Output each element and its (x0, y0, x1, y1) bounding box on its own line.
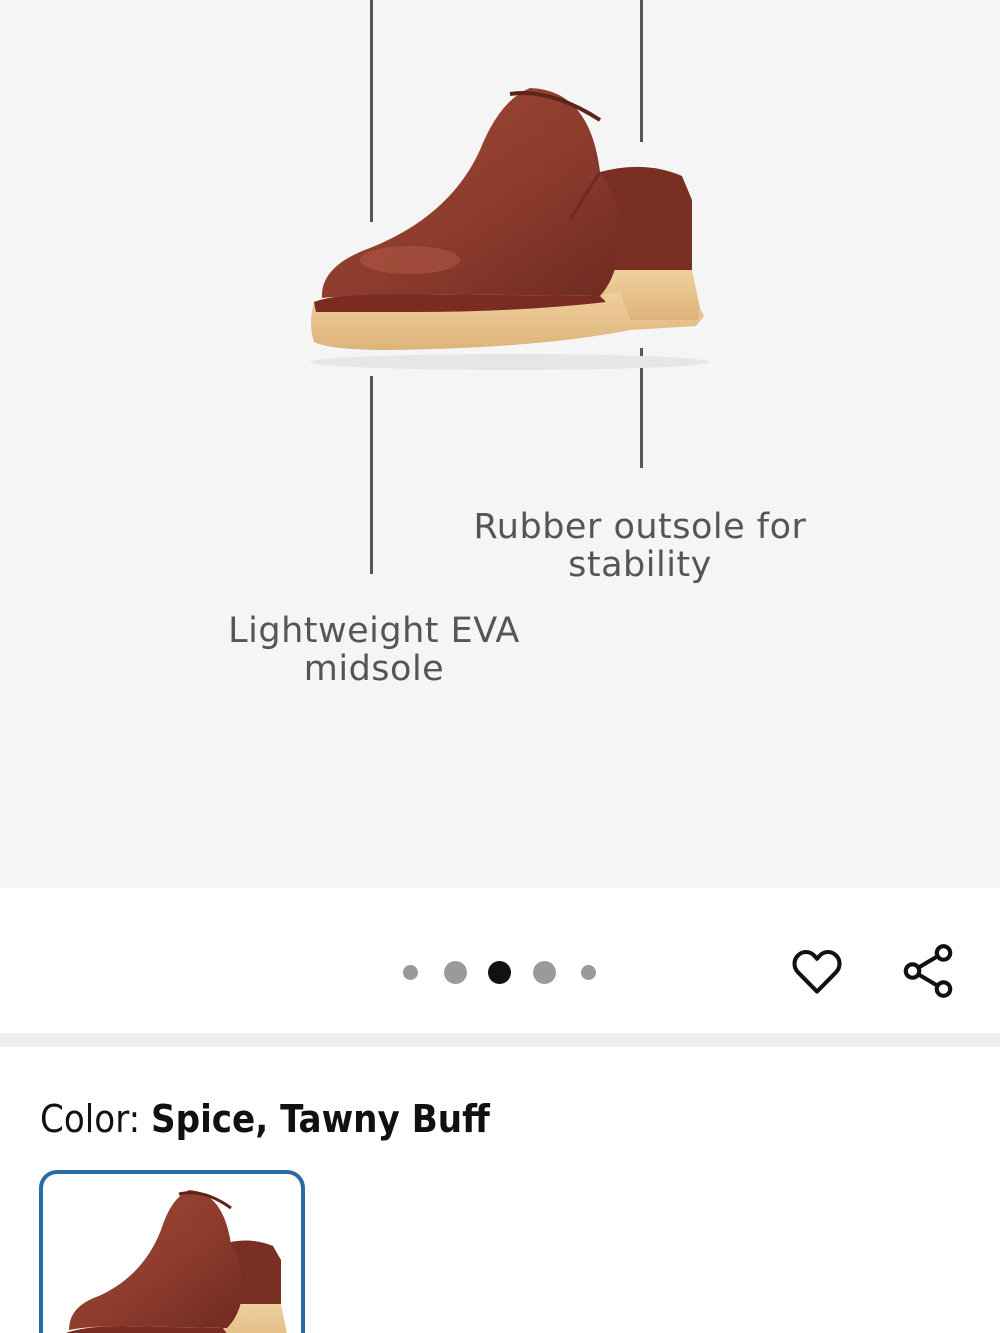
color-label: Color: (40, 1097, 151, 1141)
callout-midsole-text: Lightweight EVA midsole (228, 611, 520, 689)
color-swatch-image (65, 1190, 287, 1333)
carousel-dot-2[interactable] (444, 961, 467, 984)
favorite-button[interactable] (782, 936, 852, 1006)
shoe-image (310, 88, 710, 370)
share-icon (903, 944, 953, 998)
callout-outsole-text: Rubber outsole for stability (473, 507, 807, 585)
color-selection-label: Color: Spice, Tawny Buff (40, 1097, 490, 1141)
carousel-dot-1[interactable] (403, 965, 418, 980)
color-value: Spice, Tawny Buff (150, 1097, 490, 1141)
share-button[interactable] (893, 936, 963, 1006)
heart-outline-icon (792, 949, 842, 994)
carousel-dot-3-active[interactable] (488, 961, 511, 984)
callout-line-midsole (370, 376, 373, 574)
section-divider (0, 1033, 1000, 1047)
carousel-dot-5[interactable] (581, 965, 596, 980)
carousel-dot-4[interactable] (533, 961, 556, 984)
product-image[interactable]: Rubber outsole for stability Lightweight… (0, 0, 1000, 888)
color-swatch-selected[interactable] (39, 1170, 305, 1333)
